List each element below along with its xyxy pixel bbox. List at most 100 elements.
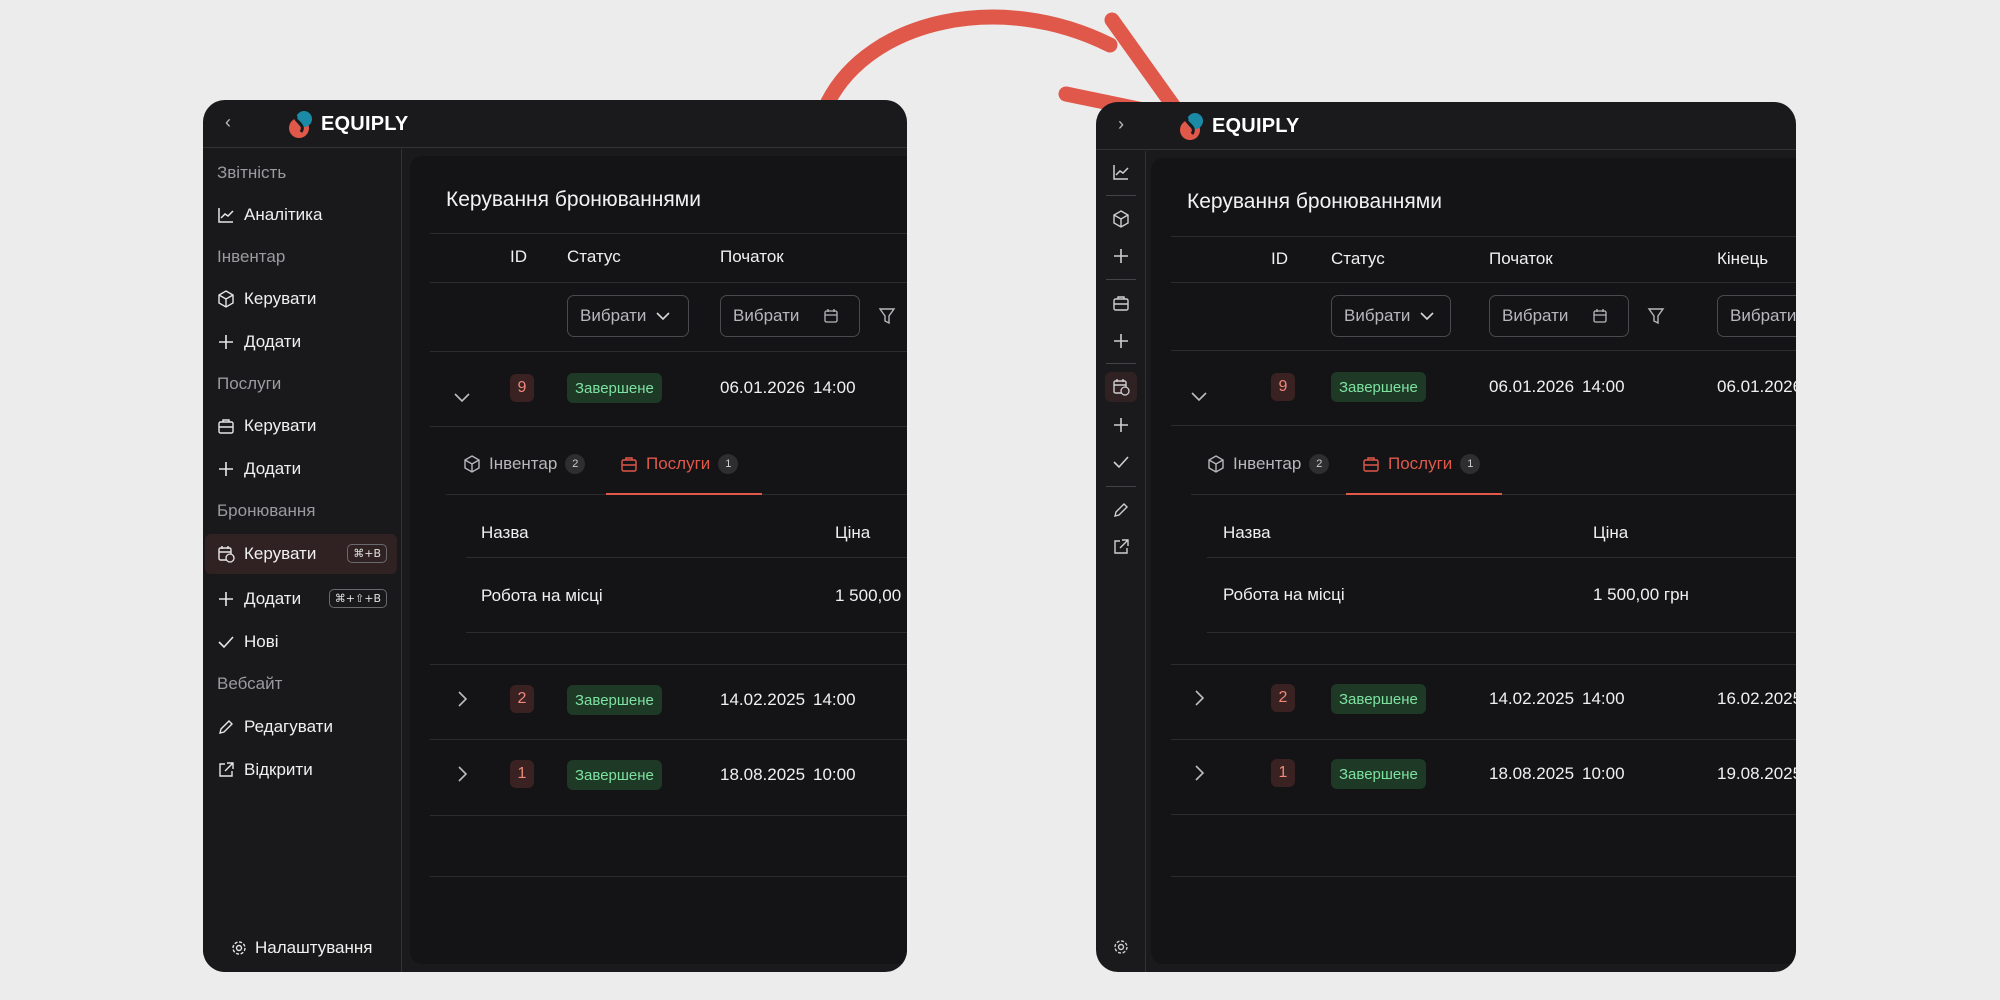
sidebar-item-label: Редагувати (244, 717, 333, 736)
status-filter-value: Вибрати (580, 306, 647, 325)
box-icon (218, 290, 234, 308)
status-filter-select[interactable]: Вибрати (1331, 295, 1451, 337)
row-expand-chevron-icon[interactable] (458, 766, 468, 787)
sidebar-item-label: Додати (244, 332, 302, 351)
start-date-filter[interactable]: Вибрати (720, 295, 860, 337)
rail-analytics[interactable] (1105, 157, 1137, 187)
settings-button[interactable]: Налаштування (231, 938, 373, 958)
tab-label: Послуги (1388, 454, 1453, 473)
detail-column-name: Назва (1223, 523, 1271, 542)
column-header-id[interactable]: ID (1271, 249, 1288, 269)
rail-inventory-manage[interactable] (1105, 204, 1137, 234)
logo-icon (1180, 113, 1203, 140)
section-inventory: Інвентар (217, 247, 286, 266)
calendar-icon (1593, 309, 1608, 323)
rail-inventory-add[interactable] (1105, 241, 1137, 271)
booking-id-badge: 2 (510, 685, 534, 713)
row-expand-chevron-icon[interactable] (1195, 765, 1205, 786)
column-header-status[interactable]: Статус (1331, 249, 1385, 269)
plus-icon (1114, 249, 1128, 263)
tab-services[interactable]: Послуги 1 (620, 454, 739, 474)
sidebar-item-label: Додати (244, 459, 302, 478)
column-header-end[interactable]: Кінець (1717, 249, 1768, 269)
tab-label: Інвентар (489, 454, 558, 473)
rail-services-add[interactable] (1105, 326, 1137, 356)
expand-sidebar-chevron-icon[interactable]: › (1118, 114, 1124, 135)
app-window-expanded: ‹ EQUIPLY Звітність Аналітика Інвентар К… (203, 100, 907, 972)
sidebar-item-analytics[interactable]: Аналітика (205, 195, 397, 235)
service-name: Робота на місці (481, 586, 603, 605)
shortcut-badge: ⌘+B (347, 544, 387, 563)
pencil-icon (1114, 503, 1128, 517)
end-date: 19.08.2025 (1717, 764, 1796, 783)
column-header-id[interactable]: ID (510, 247, 527, 267)
calendar-clock-icon (1113, 379, 1130, 396)
sidebar-item-inventory-add[interactable]: Додати (205, 322, 397, 362)
filter-icon[interactable] (878, 307, 896, 325)
briefcase-icon (1113, 296, 1129, 311)
status-badge: Завершене (1331, 684, 1426, 714)
sidebar: Звітність Аналітика Інвентар Керувати До… (203, 149, 402, 972)
plus-icon (1114, 418, 1128, 432)
rail-website-edit[interactable] (1105, 495, 1137, 525)
sidebar-item-bookings-add[interactable]: Додати ⌘+⇧+B (205, 579, 397, 619)
booking-id-badge: 9 (510, 374, 534, 402)
sidebar-item-bookings-manage[interactable]: Керувати ⌘+B (205, 534, 397, 574)
settings-label: Налаштування (255, 938, 373, 957)
service-price: 1 500,00 грн (835, 586, 907, 605)
rail-bookings-add[interactable] (1105, 410, 1137, 440)
chart-icon (218, 208, 234, 223)
service-price: 1 500,00 грн (1593, 585, 1689, 604)
pencil-icon (219, 720, 233, 734)
sidebar-item-label: Нові (244, 632, 279, 651)
row-collapse-chevron-icon[interactable] (454, 387, 470, 408)
start-time: 10:00 (813, 765, 856, 784)
page-title: Керування бронюваннями (446, 188, 701, 211)
box-icon (1113, 210, 1129, 228)
rail-services-manage[interactable] (1105, 288, 1137, 318)
plus-icon (219, 462, 233, 476)
section-services: Послуги (217, 374, 282, 393)
start-time: 14:00 (813, 690, 856, 709)
end-date-filter[interactable]: Вибрати (1717, 295, 1796, 337)
column-header-start[interactable]: Початок (1489, 249, 1553, 269)
sidebar-item-website-open[interactable]: Відкрити (205, 750, 397, 790)
tab-count-badge: 2 (565, 454, 586, 474)
start-date: 14.02.2025 (720, 690, 806, 709)
tab-count-badge: 1 (718, 454, 739, 474)
sidebar-item-inventory-manage[interactable]: Керувати (205, 279, 397, 319)
row-expand-chevron-icon[interactable] (458, 691, 468, 712)
start-date-filter-value: Вибрати (1502, 306, 1569, 325)
rail-bookings-new[interactable] (1105, 447, 1137, 477)
briefcase-icon (621, 457, 637, 472)
status-filter-select[interactable]: Вибрати (567, 295, 689, 337)
section-reports: Звітність (217, 163, 287, 182)
column-header-start[interactable]: Початок (720, 247, 784, 267)
sidebar-item-services-add[interactable]: Додати (205, 449, 397, 489)
collapse-sidebar-chevron-icon[interactable]: ‹ (225, 112, 231, 133)
logo: EQUIPLY (287, 108, 408, 140)
booking-id-badge: 2 (1271, 684, 1295, 712)
filter-icon[interactable] (1647, 307, 1665, 325)
sidebar-item-bookings-new[interactable]: Нові (205, 622, 397, 662)
end-date-filter-value: Вибрати (1730, 306, 1796, 325)
status-badge: Завершене (567, 760, 662, 790)
start-date-filter-value: Вибрати (733, 306, 800, 325)
row-collapse-chevron-icon[interactable] (1191, 386, 1207, 407)
sidebar-item-services-manage[interactable]: Керувати (205, 406, 397, 446)
rail-bookings-manage[interactable] (1105, 372, 1137, 402)
sidebar-rail (1096, 151, 1146, 972)
rail-settings[interactable] (1105, 932, 1137, 962)
start-date-filter[interactable]: Вибрати (1489, 295, 1629, 337)
column-header-status[interactable]: Статус (567, 247, 621, 267)
tab-inventory[interactable]: Інвентар 2 (1207, 454, 1330, 474)
box-icon (1208, 455, 1224, 473)
tab-services[interactable]: Послуги 1 (1362, 454, 1481, 474)
rail-website-open[interactable] (1105, 532, 1137, 562)
sidebar-item-label: Аналітика (244, 205, 323, 224)
sidebar-item-website-edit[interactable]: Редагувати (205, 707, 397, 747)
logo-text: EQUIPLY (321, 112, 409, 135)
tab-inventory[interactable]: Інвентар 2 (463, 454, 586, 474)
row-expand-chevron-icon[interactable] (1195, 690, 1205, 711)
start-date: 18.08.2025 (1489, 764, 1575, 783)
